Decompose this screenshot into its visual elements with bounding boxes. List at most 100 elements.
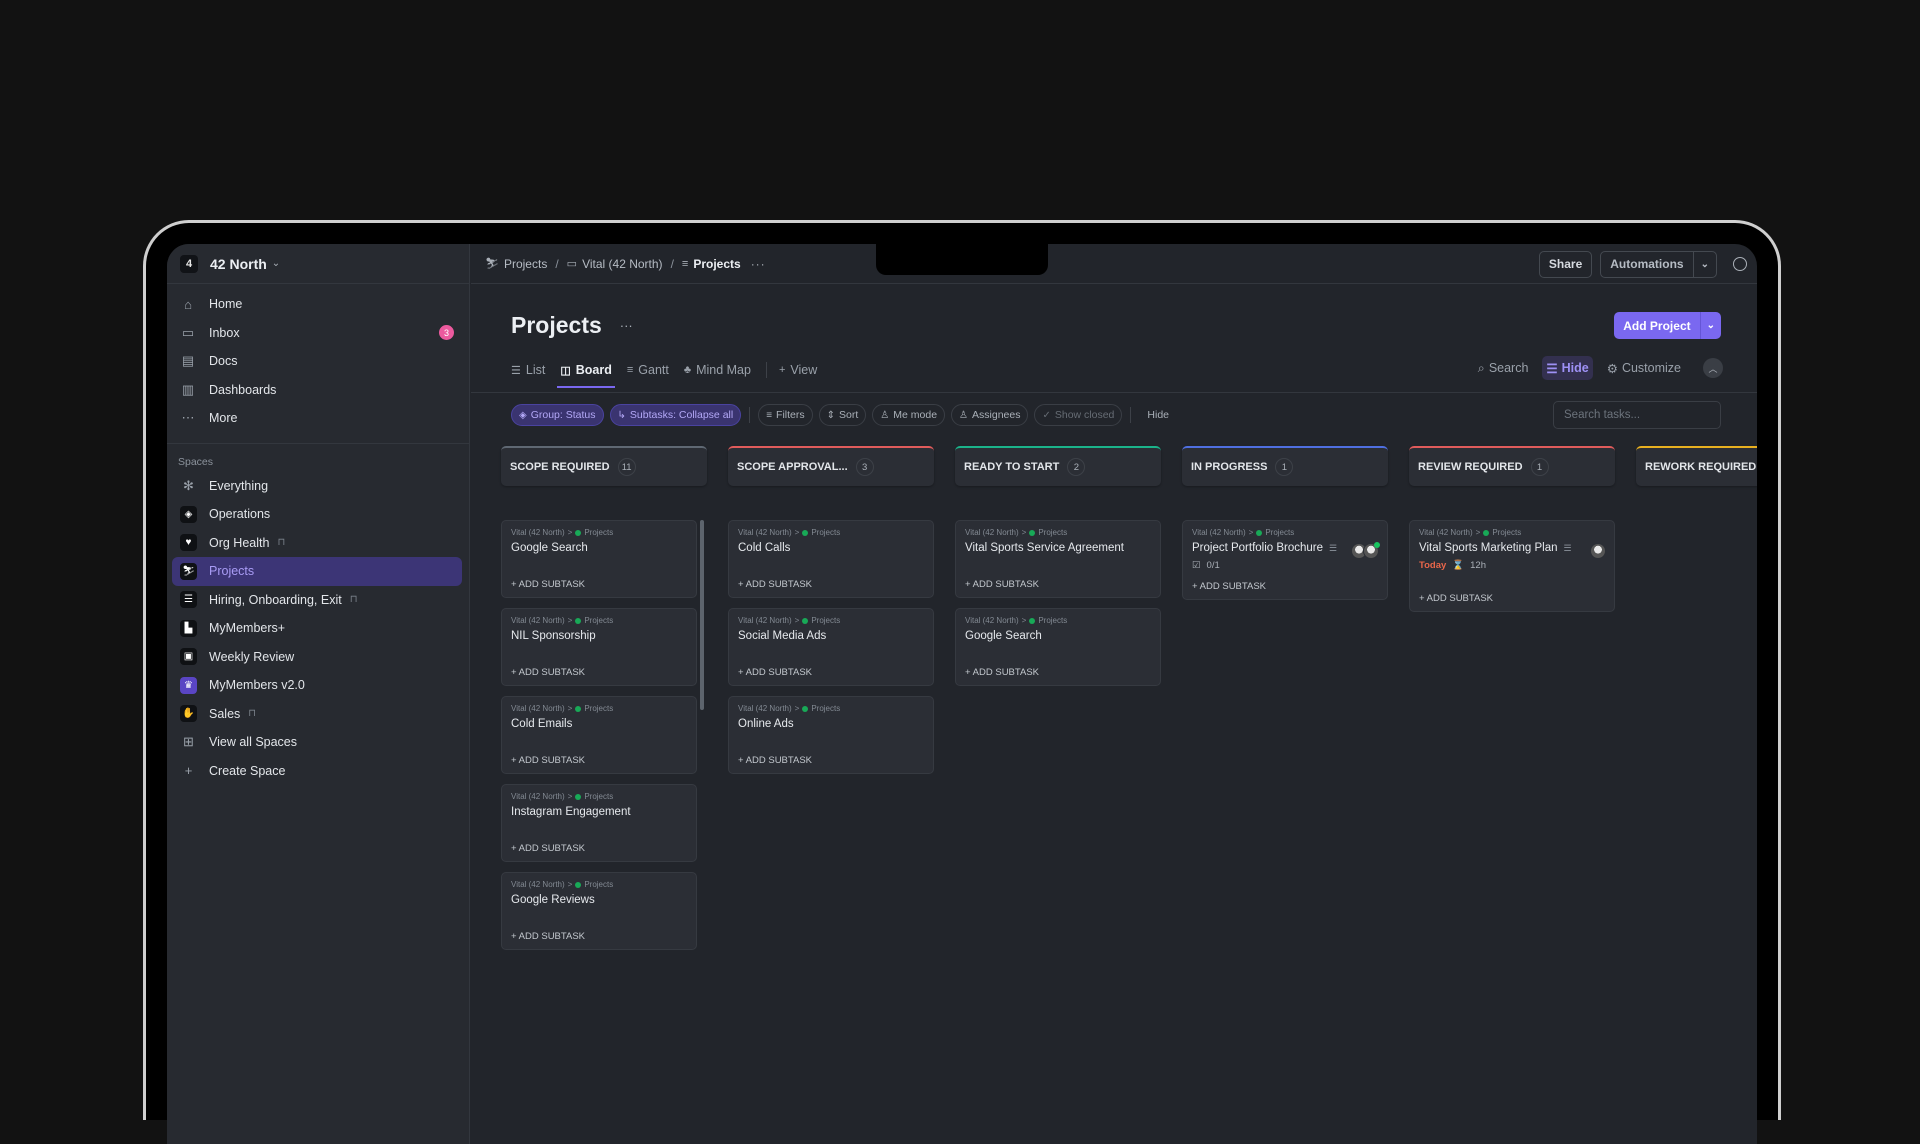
due-date[interactable]: Today: [1419, 560, 1446, 571]
breadcrumb-item[interactable]: ⛷ Projects: [485, 257, 547, 271]
page-more-icon[interactable]: ···: [620, 318, 633, 333]
add-subtask-button[interactable]: + ADD SUBTASK: [511, 667, 687, 678]
task-title[interactable]: Google Search: [511, 542, 687, 554]
space-item-projects[interactable]: ⛷ Projects: [172, 557, 462, 586]
automations-label[interactable]: Automations: [1601, 252, 1692, 277]
search-tasks-input[interactable]: Search tasks...: [1553, 401, 1721, 429]
task-title[interactable]: Social Media Ads: [738, 630, 924, 642]
sidebar-item-inbox[interactable]: ▭ Inbox 3: [167, 319, 469, 348]
task-title[interactable]: Cold Calls: [738, 542, 924, 554]
add-subtask-button[interactable]: + ADD SUBTASK: [738, 667, 924, 678]
space-item-org-health[interactable]: ♥ Org Health ⊓: [172, 529, 462, 558]
task-title[interactable]: NIL Sponsorship: [511, 630, 687, 642]
task-card[interactable]: Vital (42 North) > Projects Vital Sports Ma…: [1409, 520, 1615, 612]
task-title[interactable]: Google Reviews: [511, 894, 687, 906]
task-card[interactable]: Vital (42 North) > Projects Online Ads + ADD…: [728, 696, 934, 774]
add-subtask-button[interactable]: + ADD SUBTASK: [511, 755, 687, 766]
space-item-mymembers-v2-0[interactable]: ♛ MyMembers v2.0: [172, 671, 462, 700]
show-closed-chip[interactable]: ✓ Show closed: [1034, 404, 1123, 426]
assignee-avatars[interactable]: [1590, 543, 1606, 559]
automations-button[interactable]: Automations ⌄: [1600, 250, 1717, 278]
customize-button[interactable]: ⚙ Customize: [1603, 356, 1685, 380]
task-card[interactable]: Vital (42 North) > Projects Cold Calls + ADD…: [728, 520, 934, 598]
hide-button[interactable]: ☰ Hide: [1542, 356, 1593, 380]
search-button[interactable]: ⌕ Search: [1474, 356, 1533, 380]
space-item-operations[interactable]: ◈ Operations: [172, 500, 462, 529]
add-subtask-button[interactable]: + ADD SUBTASK: [738, 755, 924, 766]
tab-board[interactable]: ◫ Board: [557, 354, 615, 388]
add-subtask-button[interactable]: + ADD SUBTASK: [511, 579, 687, 590]
add-subtask-button[interactable]: + ADD SUBTASK: [965, 579, 1151, 590]
share-button[interactable]: Share: [1538, 250, 1593, 278]
breadcrumb-more-icon[interactable]: ···: [751, 257, 766, 271]
task-title[interactable]: Cold Emails: [511, 718, 687, 730]
sidebar-item-home[interactable]: ⌂ Home: [167, 290, 469, 319]
column-title: IN PROGRESS: [1191, 461, 1268, 473]
chevron-down-icon[interactable]: ⌄: [1699, 312, 1721, 339]
task-card[interactable]: Vital (42 North) > Projects Instagram Engag…: [501, 784, 697, 862]
sidebar-item-docs[interactable]: ▤ Docs: [167, 347, 469, 376]
breadcrumb-item[interactable]: ≡ Projects: [682, 257, 741, 271]
column-header[interactable]: REVIEW REQUIRED 1: [1409, 446, 1615, 486]
space-item-weekly-review[interactable]: ▣ Weekly Review: [172, 643, 462, 672]
task-card[interactable]: Vital (42 North) > Projects Social Media Ad…: [728, 608, 934, 686]
task-card[interactable]: Vital (42 North) > Projects NIL Sponsorship…: [501, 608, 697, 686]
task-title[interactable]: Vital Sports Service Agreement: [965, 542, 1151, 554]
assignee-avatars[interactable]: [1351, 542, 1380, 559]
column-scrollbar[interactable]: [700, 520, 704, 710]
add-subtask-button[interactable]: + ADD SUBTASK: [511, 931, 687, 942]
group-by-chip[interactable]: ◈ Group: Status: [511, 404, 604, 426]
task-title[interactable]: Vital Sports Marketing Plan ☰: [1419, 542, 1605, 554]
sort-chip[interactable]: ⇕ Sort: [818, 404, 867, 426]
task-card[interactable]: Vital (42 North) > Projects Vital Sports Se…: [955, 520, 1161, 598]
space-item-create-space[interactable]: + Create Space: [172, 757, 462, 786]
chat-icon[interactable]: [1733, 257, 1747, 271]
space-item-mymembers[interactable]: ▙ MyMembers+: [172, 614, 462, 643]
add-project-button[interactable]: Add Project ⌄: [1614, 312, 1721, 339]
column-header[interactable]: READY TO START 2: [955, 446, 1161, 486]
subtasks-chip[interactable]: ↳ Subtasks: Collapse all: [609, 404, 742, 426]
sidebar-item-more[interactable]: ⋯ More: [167, 404, 469, 433]
time-estimate[interactable]: 12h: [1470, 560, 1486, 571]
task-card[interactable]: Vital (42 North) > Projects Google Search + …: [501, 520, 697, 598]
filters-chip[interactable]: ≡ Filters: [758, 404, 813, 426]
add-subtask-button[interactable]: + ADD SUBTASK: [738, 579, 924, 590]
add-subtask-button[interactable]: + ADD SUBTASK: [965, 667, 1151, 678]
card-list-name: Projects: [1265, 528, 1295, 537]
task-card[interactable]: Vital (42 North) > Projects Project Portfol…: [1182, 520, 1388, 600]
column-header[interactable]: SCOPE APPROVAL... 3: [728, 446, 934, 486]
lock-icon: ⊓: [349, 594, 358, 606]
tab-label: Board: [575, 363, 612, 377]
column-header[interactable]: REWORK REQUIRED: [1636, 446, 1757, 486]
tab-mind-map[interactable]: ♣ Mind Map: [684, 354, 751, 386]
column-header[interactable]: IN PROGRESS 1: [1182, 446, 1388, 486]
sidebar-item-dashboards[interactable]: ▥ Dashboards: [167, 376, 469, 405]
workspace-switcher[interactable]: 4 42 North ⌄: [167, 244, 469, 284]
card-list-name: Projects: [811, 704, 841, 713]
task-card[interactable]: Vital (42 North) > Projects Google Search + …: [955, 608, 1161, 686]
add-subtask-button[interactable]: + ADD SUBTASK: [1419, 593, 1605, 604]
add-subtask-button[interactable]: + ADD SUBTASK: [1192, 581, 1378, 592]
add-subtask-button[interactable]: + ADD SUBTASK: [511, 843, 687, 854]
collapse-header-button[interactable]: ︿: [1703, 358, 1723, 378]
space-item-everything[interactable]: ✻ Everything: [172, 472, 462, 501]
space-item-sales[interactable]: ✋ Sales ⊓: [172, 700, 462, 729]
checklist-progress[interactable]: ☑ 0/1: [1192, 560, 1378, 571]
task-card[interactable]: Vital (42 North) > Projects Google Reviews +…: [501, 872, 697, 950]
tab-list[interactable]: ☰ List: [511, 354, 545, 386]
space-item-hiring-onboarding-exit[interactable]: ☰ Hiring, Onboarding, Exit ⊓: [172, 586, 462, 615]
space-item-view-all-spaces[interactable]: ⊞ View all Spaces: [172, 728, 462, 757]
column-header[interactable]: SCOPE REQUIRED 11: [501, 446, 707, 486]
tab-gantt[interactable]: ≡ Gantt: [627, 354, 669, 386]
me-mode-chip[interactable]: ♙ Me mode: [872, 404, 946, 426]
assignees-chip[interactable]: ♙ Assignees: [951, 404, 1029, 426]
task-title[interactable]: Google Search: [965, 630, 1151, 642]
task-card[interactable]: Vital (42 North) > Projects Cold Emails + AD…: [501, 696, 697, 774]
add-project-label[interactable]: Add Project: [1614, 312, 1699, 339]
task-title[interactable]: Online Ads: [738, 718, 924, 730]
task-title[interactable]: Instagram Engagement: [511, 806, 687, 818]
chevron-down-icon[interactable]: ⌄: [1692, 251, 1716, 277]
tab-view[interactable]: + View: [779, 354, 817, 386]
hide-filter-button[interactable]: Hide: [1139, 409, 1177, 421]
breadcrumb-item[interactable]: ▭ Vital (42 North): [567, 257, 663, 271]
